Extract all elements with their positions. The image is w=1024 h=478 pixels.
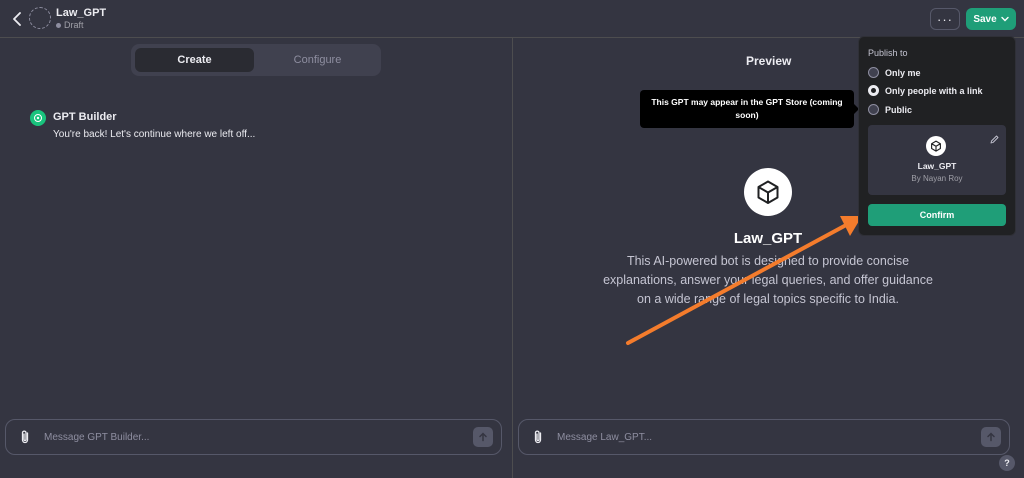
builder-message-text: You're back! Let's continue where we lef…: [53, 129, 256, 140]
cube-icon: [931, 140, 941, 152]
gpt-title: Law_GPT: [56, 7, 107, 19]
builder-message-composer: [5, 419, 502, 455]
gpt-summary-card: Law_GPT By Nayan Roy: [868, 125, 1006, 195]
more-options-button[interactable]: ···: [930, 8, 960, 30]
status-dot-icon: [56, 23, 61, 28]
confirm-button[interactable]: Confirm: [868, 204, 1006, 226]
preview-send-button[interactable]: [981, 427, 1001, 447]
annotation-arrow: [626, 216, 862, 345]
edit-button[interactable]: [990, 131, 999, 149]
option-label: Only people with a link: [885, 85, 983, 96]
radio-public[interactable]: [868, 104, 879, 115]
chevron-down-icon: [1000, 16, 1009, 22]
back-button[interactable]: [8, 9, 26, 29]
builder-name: GPT Builder: [53, 111, 117, 123]
publish-dropdown: Publish to Only me Only people with a li…: [858, 36, 1016, 236]
card-gpt-name: Law_GPT: [917, 161, 957, 171]
radio-only-me[interactable]: [868, 67, 879, 78]
preview-message-input[interactable]: [553, 431, 981, 443]
gpt-editor-app: Law_GPT Draft ··· Save Create Configure …: [0, 0, 1024, 478]
option-label: Public: [885, 104, 913, 115]
gpt-builder-icon: [30, 110, 46, 126]
tab-create[interactable]: Create: [135, 48, 254, 72]
top-bar: Law_GPT Draft ··· Save: [0, 0, 1024, 38]
help-button[interactable]: ?: [999, 455, 1015, 471]
pencil-icon: [990, 135, 999, 144]
preview-title: Preview: [746, 54, 792, 68]
preview-attach-button[interactable]: [523, 429, 553, 445]
radio-link-only[interactable]: [868, 85, 879, 96]
preview-message-composer: [518, 419, 1010, 455]
attach-button[interactable]: [10, 429, 40, 445]
draft-status: Draft: [56, 20, 106, 31]
publish-option-only-me[interactable]: Only me: [868, 67, 921, 78]
arrow-up-icon: [479, 432, 487, 442]
card-gpt-author: By Nayan Roy: [911, 174, 963, 183]
tab-configure[interactable]: Configure: [258, 48, 377, 72]
send-button[interactable]: [473, 427, 493, 447]
arrow-up-icon: [987, 432, 995, 442]
publish-heading: Publish to: [868, 48, 908, 58]
save-button-label: Save: [973, 13, 997, 25]
panel-divider: [512, 38, 513, 478]
store-tooltip: This GPT may appear in the GPT Store (co…: [640, 90, 859, 128]
cube-icon: [757, 180, 779, 204]
option-label: Only me: [885, 67, 921, 78]
gpt-avatar-placeholder[interactable]: [29, 7, 51, 29]
chevron-left-icon: [13, 12, 21, 26]
paperclip-icon: [21, 430, 29, 444]
draft-label: Draft: [64, 20, 84, 30]
publish-option-public[interactable]: Public: [868, 104, 912, 115]
preview-gpt-avatar: [744, 168, 792, 216]
builder-message-input[interactable]: [40, 431, 473, 443]
gpt-title-block: Law_GPT Draft: [56, 7, 106, 31]
save-button[interactable]: Save: [966, 8, 1016, 30]
mode-tabs: Create Configure: [131, 44, 381, 76]
paperclip-icon: [534, 430, 542, 444]
publish-option-link[interactable]: Only people with a link: [868, 85, 983, 96]
card-gpt-avatar: [926, 136, 946, 156]
